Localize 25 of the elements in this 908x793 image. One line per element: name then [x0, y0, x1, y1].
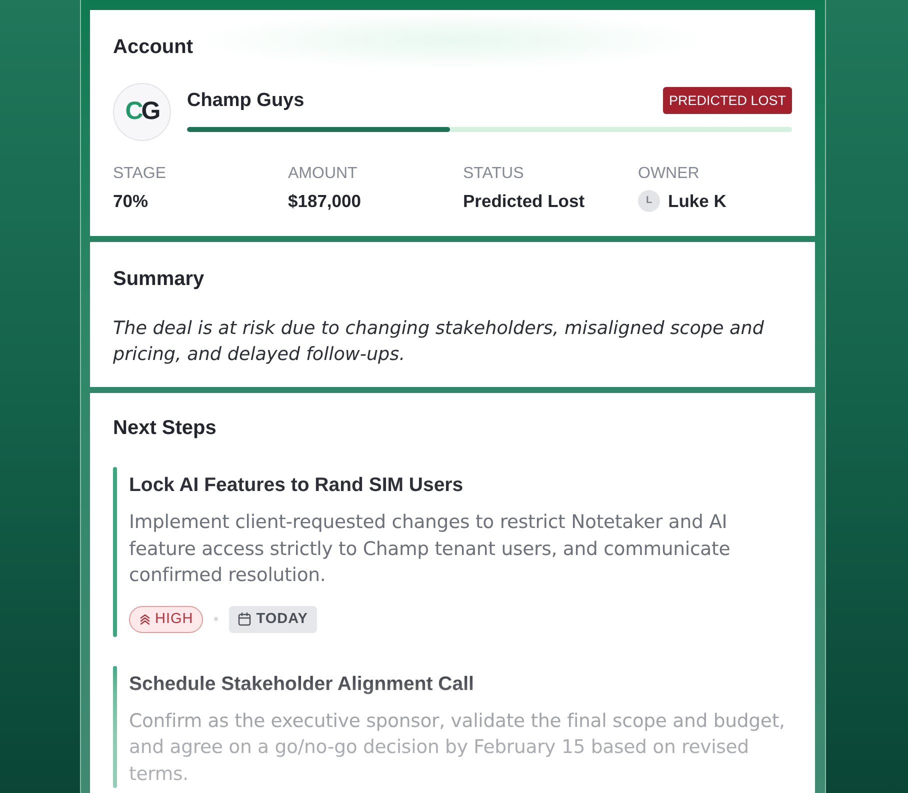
stat-value: $187,000 — [288, 191, 362, 211]
owner-avatar: L — [638, 190, 660, 212]
summary-heading: Summary — [113, 267, 206, 291]
stat-value: Luke K — [668, 191, 726, 211]
stat-label: STATUS — [463, 164, 525, 183]
separator-dot-icon — [214, 617, 218, 621]
calendar-icon — [238, 612, 252, 626]
company-name: Champ Guys — [187, 88, 304, 112]
stat-value: 70% — [113, 191, 150, 211]
step-description: Implement client-requested changes to restrict Notetaker and AI feature access strictly to Champ tenant users, and communicate confirmed resolution. — [129, 511, 732, 588]
step-title: Lock AI Features to Rand SIM Users — [129, 474, 464, 497]
stat-label: STAGE — [113, 164, 168, 183]
chevrons-up-icon — [139, 613, 151, 625]
status-badge: PREDICTED LOST — [662, 86, 792, 114]
stat-value: Predicted Lost — [463, 191, 586, 211]
next-steps-heading: Next Steps — [113, 416, 218, 440]
due-date-tag: TODAY — [229, 606, 317, 632]
account-heading: Account — [113, 35, 194, 59]
stat-label: AMOUNT — [288, 164, 358, 183]
step-title: Schedule Stakeholder Alignment Call — [129, 672, 475, 696]
summary-text: The deal is at risk due to changing stakeholders, misaligned scope and pricing, and delayed follow-ups. — [113, 317, 765, 367]
stat-label: OWNER — [638, 164, 700, 183]
step-description: Confirm as the executive sponsor, validate the final scope and budget, and agree on a go/no-go decision by February 15 based on revised terms. — [129, 710, 786, 786]
priority-tag: HIGH — [129, 606, 204, 632]
company-logo: CG — [113, 83, 171, 141]
